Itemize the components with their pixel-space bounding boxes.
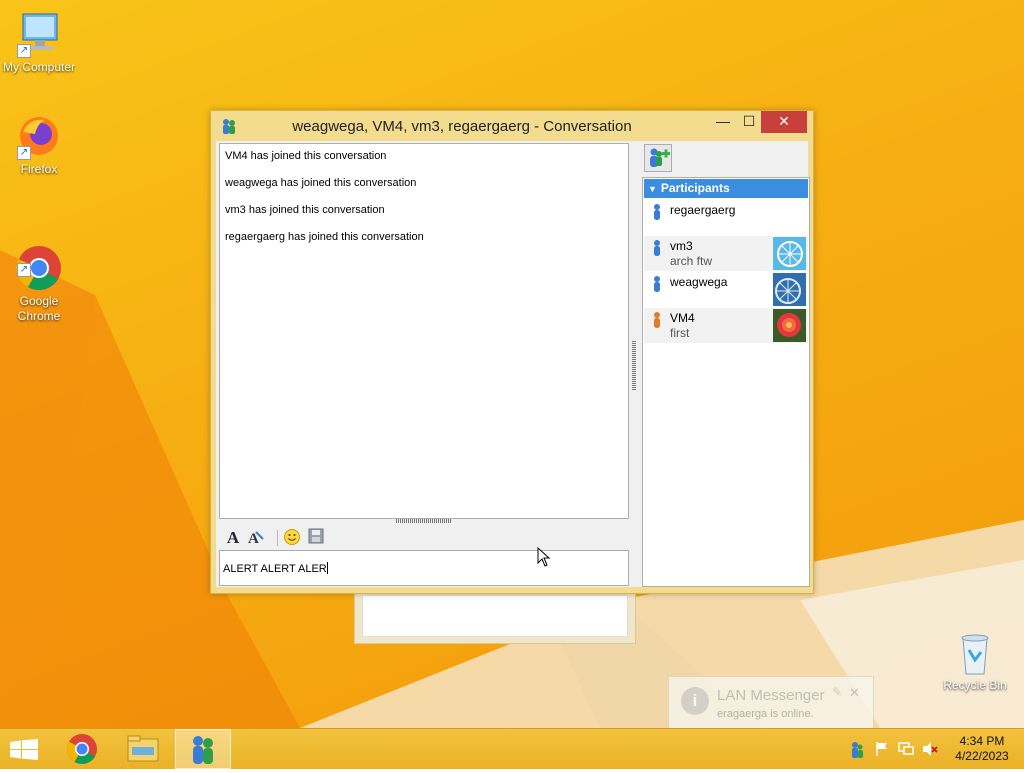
background-window-content [362,595,628,637]
title-bar[interactable]: weagwega, VM4, vm3, regaergaerg - Conver… [211,111,813,141]
status-online-icon [654,204,660,220]
message-input-text: ALERT ALERT ALER [223,563,327,575]
window-title: weagwega, VM4, vm3, regaergaerg - Conver… [292,118,632,135]
status-online-icon [654,240,660,256]
notification-close-icon[interactable]: ✕ [849,685,860,701]
status-away-icon [654,312,660,328]
computer-icon: ↗ [15,10,63,58]
desktop-icon-label: My Computer [2,60,76,74]
system-message: weagwega has joined this conversation [225,177,417,189]
system-message: VM4 has joined this conversation [225,150,387,162]
text-caret [326,562,328,574]
lan-messenger-icon [193,736,213,764]
chrome-icon: ↗ [15,229,63,290]
start-button[interactable] [10,739,38,761]
shortcut-arrow-icon: ↗ [17,44,31,58]
vertical-splitter-handle[interactable] [632,341,636,391]
close-button[interactable]: ✕ [761,111,807,133]
collapse-arrow-icon: ▼ [648,184,657,194]
clock-time: 4:34 PM [959,734,1005,748]
participants-header-label: Participants [660,181,730,195]
firefox-shortcut[interactable]: ↗ Firefox [0,112,78,177]
add-participant-button[interactable] [644,144,672,172]
conversation-window[interactable]: weagwega, VM4, vm3, regaergaerg - Conver… [210,110,814,594]
chrome-icon [66,734,97,765]
ferris-wheel-avatar [773,237,806,270]
message-input[interactable]: ALERT ALERT ALER [219,550,629,586]
pencil-icon[interactable]: ✎ [832,685,842,699]
system-message: vm3 has joined this conversation [225,204,385,216]
participant-row[interactable]: vm3 arch ftw [644,236,808,271]
notification-balloon[interactable]: i LAN Messenger eragaerga is online. ✎ ✕ [668,676,874,730]
participant-row[interactable]: weagwega [644,272,808,307]
desktop-icon-label: Google Chrome [17,294,61,323]
flower-avatar [773,309,806,342]
mouse-cursor-icon [537,547,551,567]
action-center-flag-icon[interactable] [874,741,890,757]
add-contact-icon [650,148,670,167]
chrome-shortcut[interactable]: ↗ Google Chrome [0,214,78,339]
participant-name: vm3 [670,239,693,253]
participant-name: VM4 [670,311,695,325]
shortcut-arrow-icon: ↗ [17,146,31,160]
participants-list[interactable]: ▼ Participants regaergaerg vm3 arch ftw w… [642,177,810,587]
notification-message: eragaerga is online. [717,708,814,720]
window-content: VM4 has joined this conversation weagweg… [216,141,810,587]
notification-title: LAN Messenger [717,687,825,704]
message-log[interactable]: VM4 has joined this conversation weagweg… [219,143,629,519]
participant-row[interactable]: VM4 first [644,308,808,343]
font-color-icon[interactable]: A [245,528,265,548]
recycle-bin-shortcut[interactable]: Recycle Bin [936,632,1014,693]
format-toolbar: A A [219,526,627,550]
taskbar-clock[interactable]: 4:34 PM 4/22/2023 [952,734,1012,764]
desktop-icon-label: Firefox [20,162,58,176]
taskbar: 4:34 PM 4/22/2023 [0,728,1024,769]
participant-row[interactable]: regaergaerg [644,200,808,235]
horizontal-splitter-handle[interactable] [396,519,452,523]
clock-date: 4/22/2023 [955,749,1009,763]
system-message: regaergaerg has joined this conversation [225,231,424,243]
taskbar-file-explorer[interactable] [114,729,170,769]
save-icon[interactable] [306,528,326,548]
taskbar-chrome[interactable] [54,729,110,769]
background-window[interactable] [354,588,636,644]
smiley-icon[interactable] [282,528,302,548]
network-icon[interactable] [898,741,914,757]
participant-status-note: arch ftw [670,254,713,268]
participant-status-note: first [670,326,690,340]
lan-messenger-tray-icon[interactable] [850,741,864,759]
lan-messenger-icon [221,117,237,138]
participants-toolbar [641,141,805,175]
shortcut-arrow-icon: ↗ [17,263,31,277]
status-online-icon [654,276,660,292]
minimize-button[interactable]: — [709,111,737,133]
my-computer-shortcut[interactable]: ↗ My Computer [0,10,78,75]
participant-name: weagwega [670,275,728,289]
participants-group-header[interactable]: ▼ Participants [644,179,808,198]
recycle-bin-icon [951,632,999,676]
maximize-button[interactable]: ☐ [735,111,763,133]
desktop-icon-label: Recycle Bin [943,678,1007,692]
folder-icon [127,735,159,762]
font-icon[interactable]: A [223,528,243,548]
toolbar-separator [277,530,278,546]
volume-muted-icon[interactable] [922,741,938,757]
ferris-wheel-avatar [773,273,806,306]
firefox-icon: ↗ [15,112,63,160]
info-icon: i [681,687,709,715]
taskbar-lan-messenger[interactable] [175,729,231,769]
participant-name: regaergaerg [670,203,736,217]
